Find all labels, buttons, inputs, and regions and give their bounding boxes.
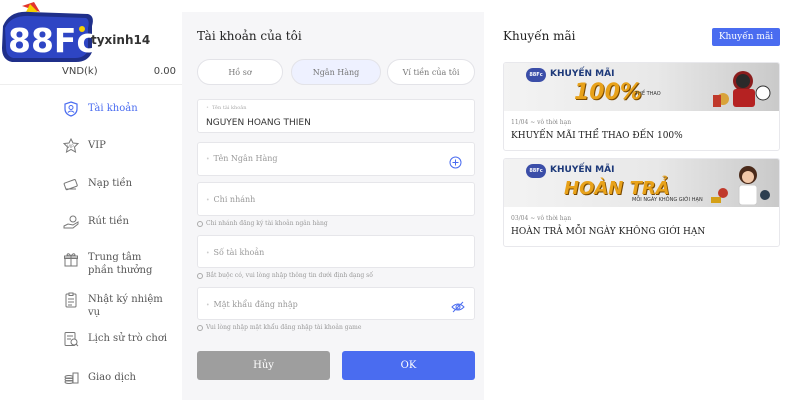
sports-illustration — [713, 71, 771, 107]
password-placeholder: Mật khẩu đăng nhập — [206, 300, 298, 309]
sidebar-menu: Tài khoản VIP VIP Nạp tiền Rút tiền Trun… — [0, 84, 182, 384]
account-number-hint-text: Bắt buộc có, vui lòng nhập thông tin dướ… — [206, 272, 373, 279]
bank-name-select[interactable]: Tên Ngân Hàng — [197, 142, 475, 176]
withdraw-icon — [62, 213, 80, 231]
menu-item-label: Trung tâm phần thưởng — [88, 252, 153, 276]
menu-item-transactions[interactable]: Giao dịch — [62, 369, 136, 387]
menu-item-label: Giao dịch — [88, 372, 136, 383]
account-holder-field[interactable]: Tên tài khoản NGUYEN HOANG THIEN — [197, 99, 475, 133]
info-icon — [197, 324, 203, 331]
account-tabs: Hồ sơ Ngân Hàng Ví tiền của tôi — [197, 59, 475, 85]
eye-hidden-icon[interactable] — [451, 298, 465, 317]
game-history-icon — [62, 330, 80, 348]
account-holder-value: NGUYEN HOANG THIEN — [206, 118, 311, 128]
info-icon — [197, 272, 203, 279]
account-title: Tài khoản của tôi — [197, 29, 302, 43]
promo-banner: 88Fc KHUYẾN MÃI HOÀN TRẢ MỖI NGÀY KHÔNG … — [504, 159, 779, 207]
promo-card[interactable]: 88Fc KHUYẾN MÃI HOÀN TRẢ MỖI NGÀY KHÔNG … — [503, 158, 780, 247]
cancel-button[interactable]: Hủy — [197, 351, 330, 380]
banner-heading: KHUYẾN MÃI — [550, 69, 615, 79]
promo-banner: 88Fc KHUYẾN MÃI 100% THỂ THAO — [504, 63, 779, 111]
menu-item-game-history[interactable]: Lịch sử trò chơi — [62, 330, 167, 348]
branch-placeholder: Chi nhánh — [206, 195, 256, 204]
info-icon — [197, 220, 203, 227]
password-hint: Vui lòng nhập mật khẩu đăng nhập tài kho… — [197, 324, 361, 331]
brand-logo[interactable]: 88Fc — [0, 2, 95, 64]
banner-subtext: THỂ THAO — [635, 91, 661, 97]
password-hint-text: Vui lòng nhập mật khẩu đăng nhập tài kho… — [206, 324, 362, 331]
menu-item-withdraw[interactable]: Rút tiền — [62, 213, 129, 231]
task-log-icon — [62, 291, 80, 309]
banner-highlight: 100% — [574, 80, 642, 105]
menu-item-label: Rút tiền — [88, 216, 129, 227]
branch-input[interactable]: Chi nhánh — [197, 182, 475, 216]
menu-item-task-log[interactable]: Nhật ký nhiệm vụ — [62, 291, 163, 318]
password-input[interactable]: Mật khẩu đăng nhập — [197, 287, 475, 320]
sidebar: 88Fc tyxinh14 VND(k) 0.00 Tài khoản VIP … — [0, 0, 182, 400]
currency-label: VND(k) — [62, 66, 98, 77]
promo-card[interactable]: 88Fc KHUYẾN MÃI 100% THỂ THAO 11/04 ~ vô… — [503, 62, 780, 151]
promo-title: KHUYẾN MÃI THỂ THAO ĐẾN 100% — [511, 131, 683, 141]
ok-button[interactable]: OK — [342, 351, 475, 380]
bank-name-placeholder: Tên Ngân Hàng — [206, 154, 278, 163]
tab-profile[interactable]: Hồ sơ — [197, 59, 283, 85]
menu-item-deposit[interactable]: Nạp tiền — [62, 175, 132, 193]
casino-illustration — [711, 166, 770, 205]
tab-bank[interactable]: Ngân Hàng — [291, 59, 381, 85]
promo-date: 03/04 ~ vô thời hạn — [511, 215, 572, 222]
branch-hint: Chi nhánh đăng ký tài khoản ngân hàng — [197, 220, 328, 227]
account-number-placeholder: Số tài khoản — [206, 248, 265, 257]
branch-hint-text: Chi nhánh đăng ký tài khoản ngân hàng — [206, 220, 328, 227]
balance-value: 0.00 — [153, 66, 176, 77]
tab-wallet[interactable]: Ví tiền của tôi — [387, 59, 475, 85]
gift-icon — [62, 251, 80, 269]
account-number-hint: Bắt buộc có, vui lòng nhập thông tin dướ… — [197, 272, 373, 279]
add-bank-icon[interactable] — [449, 154, 462, 173]
brand-badge-icon: 88Fc — [526, 164, 546, 178]
promo-date: 11/04 ~ vô thời hạn — [511, 119, 572, 126]
menu-item-label: VIP — [88, 140, 106, 151]
menu-item-account[interactable]: Tài khoản — [62, 100, 138, 118]
menu-item-label: Nhật ký nhiệm vụ — [88, 294, 163, 318]
vip-badge-icon: VIP — [62, 137, 80, 155]
menu-item-label: Nạp tiền — [88, 178, 133, 189]
menu-item-label: Lịch sử trò chơi — [88, 333, 168, 344]
promo-title: HOÀN TRẢ MỖI NGÀY KHÔNG GIỚI HẠN — [511, 227, 706, 237]
svg-text:VIP: VIP — [67, 144, 74, 149]
promotions-title: Khuyến mãi — [503, 29, 576, 43]
account-number-input[interactable]: Số tài khoản — [197, 235, 475, 268]
user-shield-icon — [62, 100, 80, 118]
banner-heading: KHUYẾN MÃI — [550, 165, 615, 175]
brand-badge-icon: 88Fc — [526, 68, 546, 82]
transaction-icon — [62, 369, 80, 387]
username: tyxinh14 — [91, 33, 151, 47]
menu-item-vip[interactable]: VIP VIP — [62, 137, 106, 155]
menu-item-rewards[interactable]: Trung tâm phần thưởng — [62, 251, 152, 276]
menu-item-label: Tài khoản — [88, 103, 138, 114]
account-holder-label: Tên tài khoản — [206, 105, 247, 111]
deposit-icon — [62, 175, 80, 193]
promotions-button[interactable]: Khuyến mãi — [712, 28, 780, 46]
